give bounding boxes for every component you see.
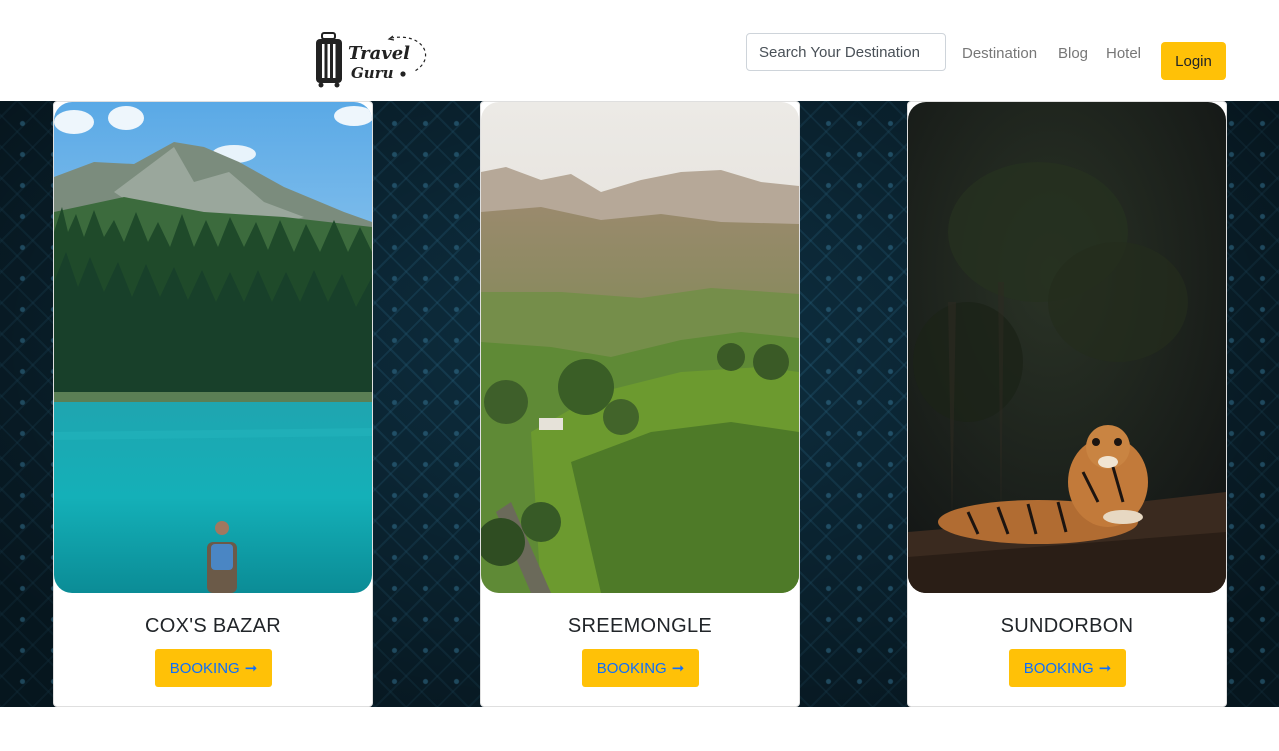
destination-card-sundorbon: SUNDORBON BOOKING ➞ (907, 101, 1227, 707)
nav-link-blog[interactable]: Blog (1058, 45, 1088, 62)
booking-button[interactable]: BOOKING ➞ (1009, 649, 1126, 687)
mountain-lake-image[interactable] (54, 102, 372, 593)
booking-label: BOOKING (596, 659, 667, 677)
brand-line-2: Guru (351, 64, 394, 82)
login-button[interactable]: Login (1161, 42, 1226, 80)
tea-garden-image[interactable] (481, 102, 799, 593)
travel-guru-logo[interactable]: Travel Guru (313, 30, 433, 90)
arrow-right-icon: ➞ (671, 660, 685, 677)
booking-label: BOOKING (169, 659, 240, 677)
card-title: SREEMONGLE (567, 615, 713, 637)
destination-card-sreemongle: SREEMONGLE BOOKING ➞ (480, 101, 800, 707)
destination-card-coxs-bazar: COX'S BAZAR BOOKING ➞ (53, 101, 373, 707)
booking-button[interactable]: BOOKING ➞ (582, 649, 699, 687)
booking-button[interactable]: BOOKING ➞ (155, 649, 272, 687)
nav-link-destination[interactable]: Destination (962, 45, 1037, 62)
brand-line-1: Travel (348, 43, 410, 64)
arrow-right-icon: ➞ (244, 660, 258, 677)
card-title: SUNDORBON (1000, 615, 1134, 637)
tiger-forest-image[interactable] (908, 102, 1226, 593)
card-title: COX'S BAZAR (144, 615, 282, 637)
booking-label: BOOKING (1023, 659, 1094, 677)
nav-link-hotel[interactable]: Hotel (1106, 45, 1141, 62)
arrow-right-icon: ➞ (1098, 660, 1112, 677)
site-header: Travel Guru Destination Blog Hotel Login (0, 0, 1279, 101)
search-destination-input[interactable] (746, 33, 946, 71)
